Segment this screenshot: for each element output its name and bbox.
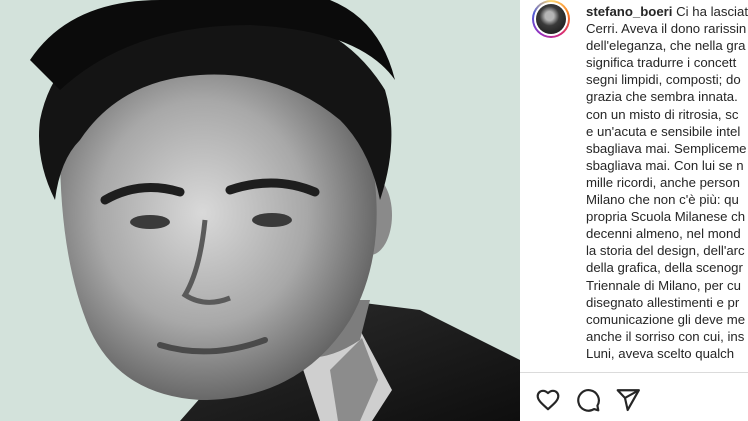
post-caption: stefano_boeri Ci ha lasciat Cerri. Aveva… (586, 3, 748, 362)
post-photo[interactable] (0, 0, 520, 421)
caption-line: anche il sorriso con cui, ins (586, 328, 745, 344)
caption-line: propria Scuola Milanese ch (586, 209, 746, 225)
caption-scroll-area[interactable]: stefano_boeri Ci ha lasciat Cerri. Aveva… (520, 0, 748, 372)
caption-line: Luni, aveva scelto qualch (586, 345, 735, 361)
avatar-image (536, 4, 566, 34)
caption-line: Cerri. Aveva il dono rarissin (586, 21, 747, 37)
heart-icon (536, 389, 560, 411)
caption-line: grazia che sembra innata. (586, 89, 738, 105)
caption-line: sbagliava mai. Con lui se n (586, 157, 744, 173)
caption-lines: Cerri. Aveva il dono rarissin dell'elegan… (586, 20, 748, 362)
portrait-image (0, 0, 520, 421)
author-avatar[interactable] (532, 0, 570, 38)
caption-first-line-text: Ci ha lasciat (676, 4, 748, 19)
caption-line: segni limpidi, composti; do (586, 72, 741, 88)
share-button[interactable] (615, 387, 641, 413)
caption-line: della grafica, della scenogr (586, 260, 743, 276)
comment-button[interactable] (575, 387, 601, 413)
caption-line: significa tradurre i concett (586, 55, 737, 71)
caption-line: mille ricordi, anche person (586, 174, 740, 190)
caption-line: Triennale di Milano, per cu (586, 277, 741, 293)
avatar-ring (534, 2, 568, 36)
caption-line: dell'eleganza, che nella gra (586, 38, 746, 54)
caption-line: sbagliava mai. Sempliceme (586, 140, 747, 156)
comment-bubble-icon (577, 389, 600, 412)
caption-line: disegnato allestimenti e pr (586, 294, 740, 310)
caption-line: decenni almeno, nel mond (586, 226, 741, 242)
caption-first-line: stefano_boeri Ci ha lasciat (586, 3, 748, 20)
caption-line: Milano che non c'è più: qu (586, 192, 739, 208)
author-username[interactable]: stefano_boeri (586, 4, 672, 19)
paper-plane-icon (616, 389, 640, 412)
caption-line: con un misto di ritrosia, sc (586, 106, 739, 122)
post-side-panel: stefano_boeri Ci ha lasciat Cerri. Aveva… (520, 0, 748, 421)
post-actions (520, 373, 748, 421)
caption-line: comunicazione gli deve me (586, 311, 746, 327)
like-button[interactable] (535, 387, 561, 413)
caption-line: la storia del design, dell'arc (586, 243, 745, 259)
caption-line: e un'acuta e sensibile intel (586, 123, 741, 139)
